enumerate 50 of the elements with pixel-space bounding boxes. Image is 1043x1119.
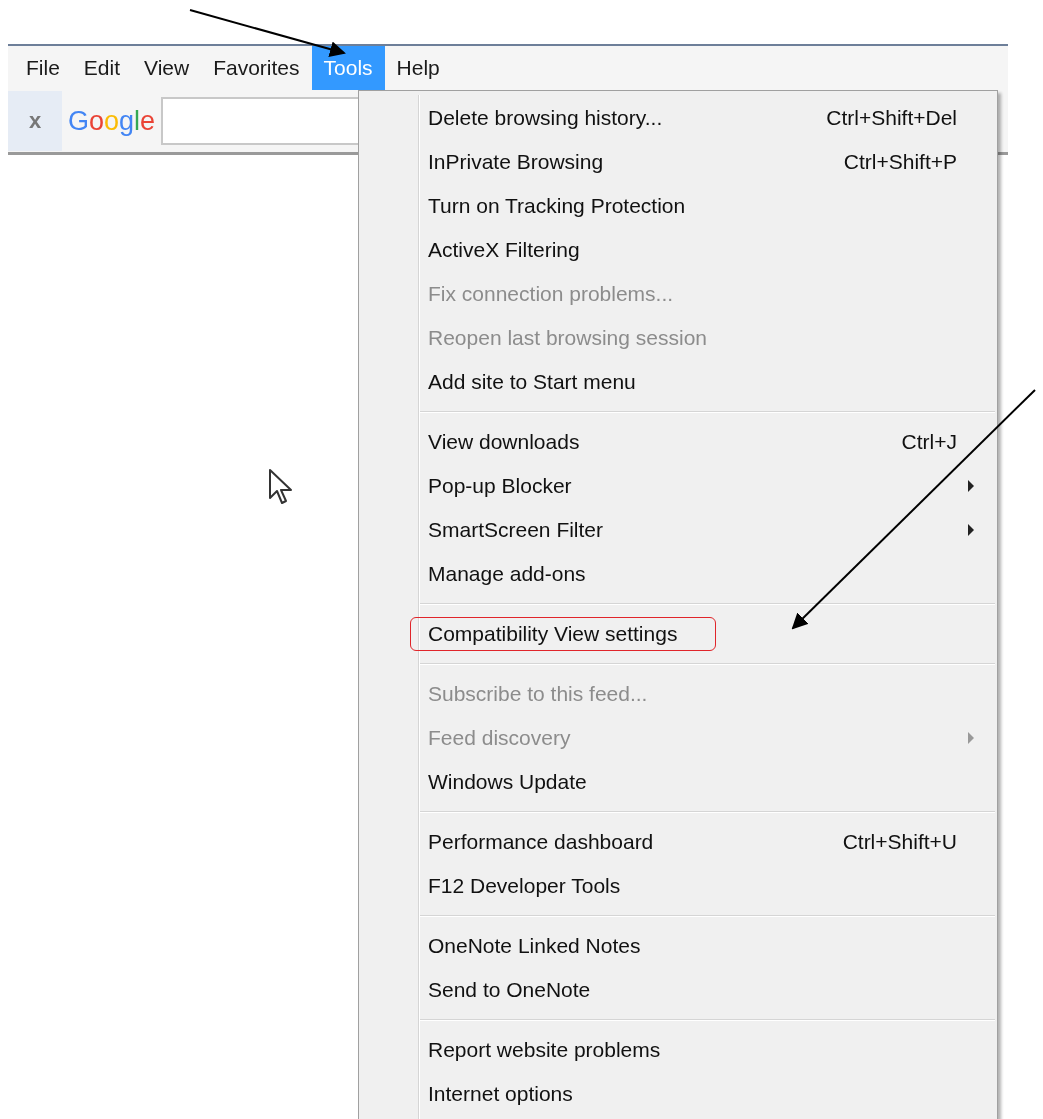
menu-item-label: Add site to Start menu xyxy=(428,370,637,394)
menu-item-label: Send to OneNote xyxy=(428,978,592,1002)
menu-item[interactable]: Performance dashboard Ctrl+Shift+U xyxy=(359,820,997,864)
menu-item-label: Performance dashboard xyxy=(428,830,655,854)
menu-bar-item[interactable]: File xyxy=(14,46,72,90)
logo: Google xyxy=(68,105,156,137)
menu-item-label: Subscribe to this feed... xyxy=(428,682,649,706)
menu-item[interactable]: Delete browsing history... Ctrl+Shift+Del xyxy=(359,96,997,140)
menu-item-label: InPrivate Browsing xyxy=(428,150,605,174)
close-button[interactable]: x xyxy=(8,91,62,151)
shortcut-label: Ctrl+Shift+Del xyxy=(826,106,957,130)
menu-item-label: Windows Update xyxy=(428,770,588,794)
menu-item-label: Fix connection problems... xyxy=(428,282,675,306)
menu-item-label: Internet options xyxy=(428,1082,574,1106)
shortcut-label: Ctrl+Shift+U xyxy=(842,830,957,854)
menu-item[interactable]: F12 Developer Tools xyxy=(359,864,997,908)
menu-item[interactable]: OneNote Linked Notes xyxy=(359,924,997,968)
menu-item[interactable]: Add site to Start menu xyxy=(359,360,997,404)
menu-item[interactable]: Report website problems xyxy=(359,1028,997,1072)
menu-item[interactable]: ActiveX Filtering xyxy=(359,228,997,272)
menu-item-label: Report website problems xyxy=(428,1038,662,1062)
menu-item[interactable]: View downloads Ctrl+J xyxy=(359,420,997,464)
menu-item-label: View downloads xyxy=(428,430,581,454)
menu-item[interactable]: Send to OneNote xyxy=(359,968,997,1012)
menu-item-label: Turn on Tracking Protection xyxy=(428,194,687,218)
menu-item[interactable]: Manage add-ons xyxy=(359,552,997,596)
menu-item[interactable]: Pop-up Blocker xyxy=(359,464,997,508)
menu-item-label: Pop-up Blocker xyxy=(428,474,573,498)
menu-item[interactable]: Compatibility View settings xyxy=(359,612,997,656)
menu-item[interactable]: InPrivate Browsing Ctrl+Shift+P xyxy=(359,140,997,184)
menu-bar-item[interactable]: Help xyxy=(384,46,452,90)
mouse-pointer-icon xyxy=(268,468,294,506)
menu-bar-item[interactable]: Edit xyxy=(71,46,133,90)
menu-item-label: ActiveX Filtering xyxy=(428,238,581,262)
menu-item-label: Compatibility View settings xyxy=(410,617,717,651)
menu-item[interactable]: Turn on Tracking Protection xyxy=(359,184,997,228)
menu-item[interactable]: Internet options xyxy=(359,1072,997,1116)
shortcut-label: Ctrl+J xyxy=(901,430,957,454)
menu-item-label: OneNote Linked Notes xyxy=(428,934,642,958)
menu-item-label: SmartScreen Filter xyxy=(428,518,605,542)
menu-item[interactable]: Windows Update xyxy=(359,760,997,804)
menu-bar-item[interactable]: View xyxy=(132,46,202,90)
menu-item-label: Manage add-ons xyxy=(428,562,587,586)
menu-item[interactable]: SmartScreen Filter xyxy=(359,508,997,552)
menu-item-label: F12 Developer Tools xyxy=(428,874,622,898)
menu-item-label: Delete browsing history... xyxy=(428,106,664,130)
menu-item-label: Reopen last browsing session xyxy=(428,326,708,350)
shortcut-label: Ctrl+Shift+P xyxy=(843,150,957,174)
menu-item-label: Feed discovery xyxy=(428,726,572,750)
menu-bar-item[interactable]: Favorites xyxy=(201,46,312,90)
